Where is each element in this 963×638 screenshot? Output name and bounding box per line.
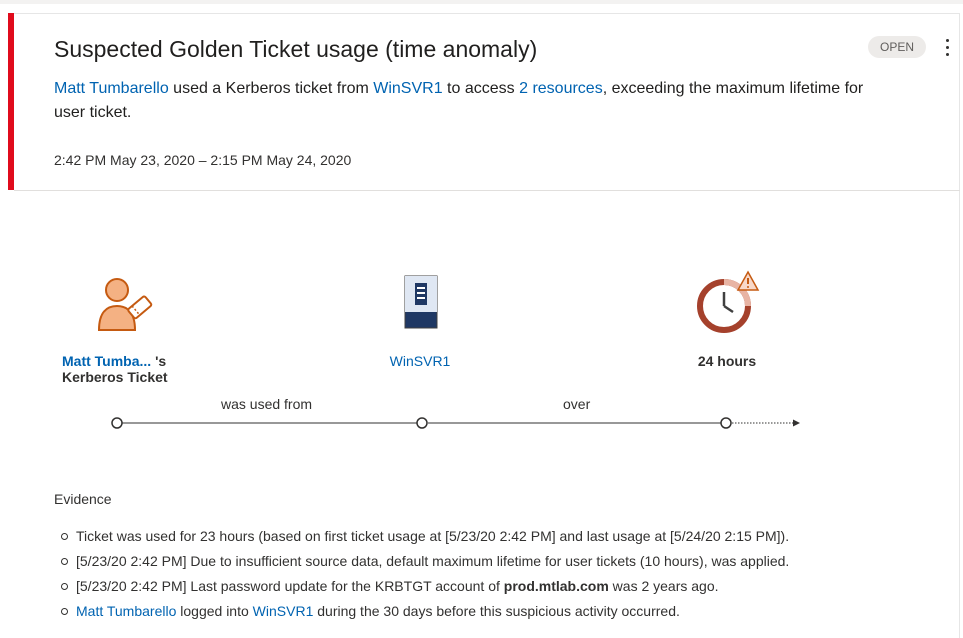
alert-description: Matt Tumbarello used a Kerberos ticket f… (54, 77, 894, 125)
evidence-text: Ticket was used for 23 hours (based on f… (76, 528, 790, 544)
domain-name: prod.mtlab.com (503, 578, 609, 594)
evidence-item: Ticket was used for 23 hours (based on f… (60, 524, 789, 549)
status-badge: OPEN (868, 36, 926, 58)
user-link[interactable]: Matt Tumbarello (54, 80, 169, 97)
evidence-item: Matt Tumbarello logged into WinSVR1 duri… (60, 599, 789, 624)
evidence-user-link[interactable]: Matt Tumbarello (76, 603, 176, 619)
user-ticket-icon (97, 278, 153, 331)
evidence-item: [5/23/20 2:42 PM] Due to insufficient so… (60, 549, 789, 574)
time-range: 2:42 PM May 23, 2020 – 2:15 PM May 24, 2… (54, 152, 352, 168)
desc-text-2: to access (442, 80, 520, 97)
evidence-item: [5/23/20 2:42 PM] Last password update f… (60, 574, 789, 599)
node-user-line2: Kerberos Ticket (62, 369, 168, 385)
node-user-label: Matt Tumba... 's Kerberos Ticket (62, 353, 182, 385)
timeline-connector (111, 417, 800, 429)
evidence-text: [5/23/20 2:42 PM] Last password update f… (76, 578, 504, 594)
node-user-link[interactable]: Matt Tumba... (62, 353, 151, 369)
desc-text-1: used a Kerberos ticket from (168, 80, 374, 97)
evidence-title: Evidence (54, 491, 112, 507)
node-duration-label: 24 hours (697, 353, 757, 369)
evidence-text: was 2 years ago. (608, 578, 719, 594)
node-user-suffix: 's (151, 353, 167, 369)
resources-link[interactable]: 2 resources (519, 80, 603, 97)
more-options-icon[interactable] (942, 36, 952, 60)
clock-warning-icon (697, 270, 760, 333)
evidence-host-link[interactable]: WinSVR1 (253, 603, 314, 619)
evidence-text: logged into (176, 603, 253, 619)
header-divider (14, 190, 960, 191)
severity-accent-bar (8, 13, 14, 190)
server-icon (404, 275, 438, 329)
host-link[interactable]: WinSVR1 (373, 80, 442, 97)
evidence-text: during the 30 days before this suspiciou… (313, 603, 680, 619)
node-server-link[interactable]: WinSVR1 (360, 353, 480, 369)
card-top-shadow (0, 0, 963, 4)
alert-title: Suspected Golden Ticket usage (time anom… (54, 36, 538, 62)
evidence-text: [5/23/20 2:42 PM] Due to insufficient so… (76, 553, 790, 569)
evidence-list: Ticket was used for 23 hours (based on f… (60, 524, 789, 624)
